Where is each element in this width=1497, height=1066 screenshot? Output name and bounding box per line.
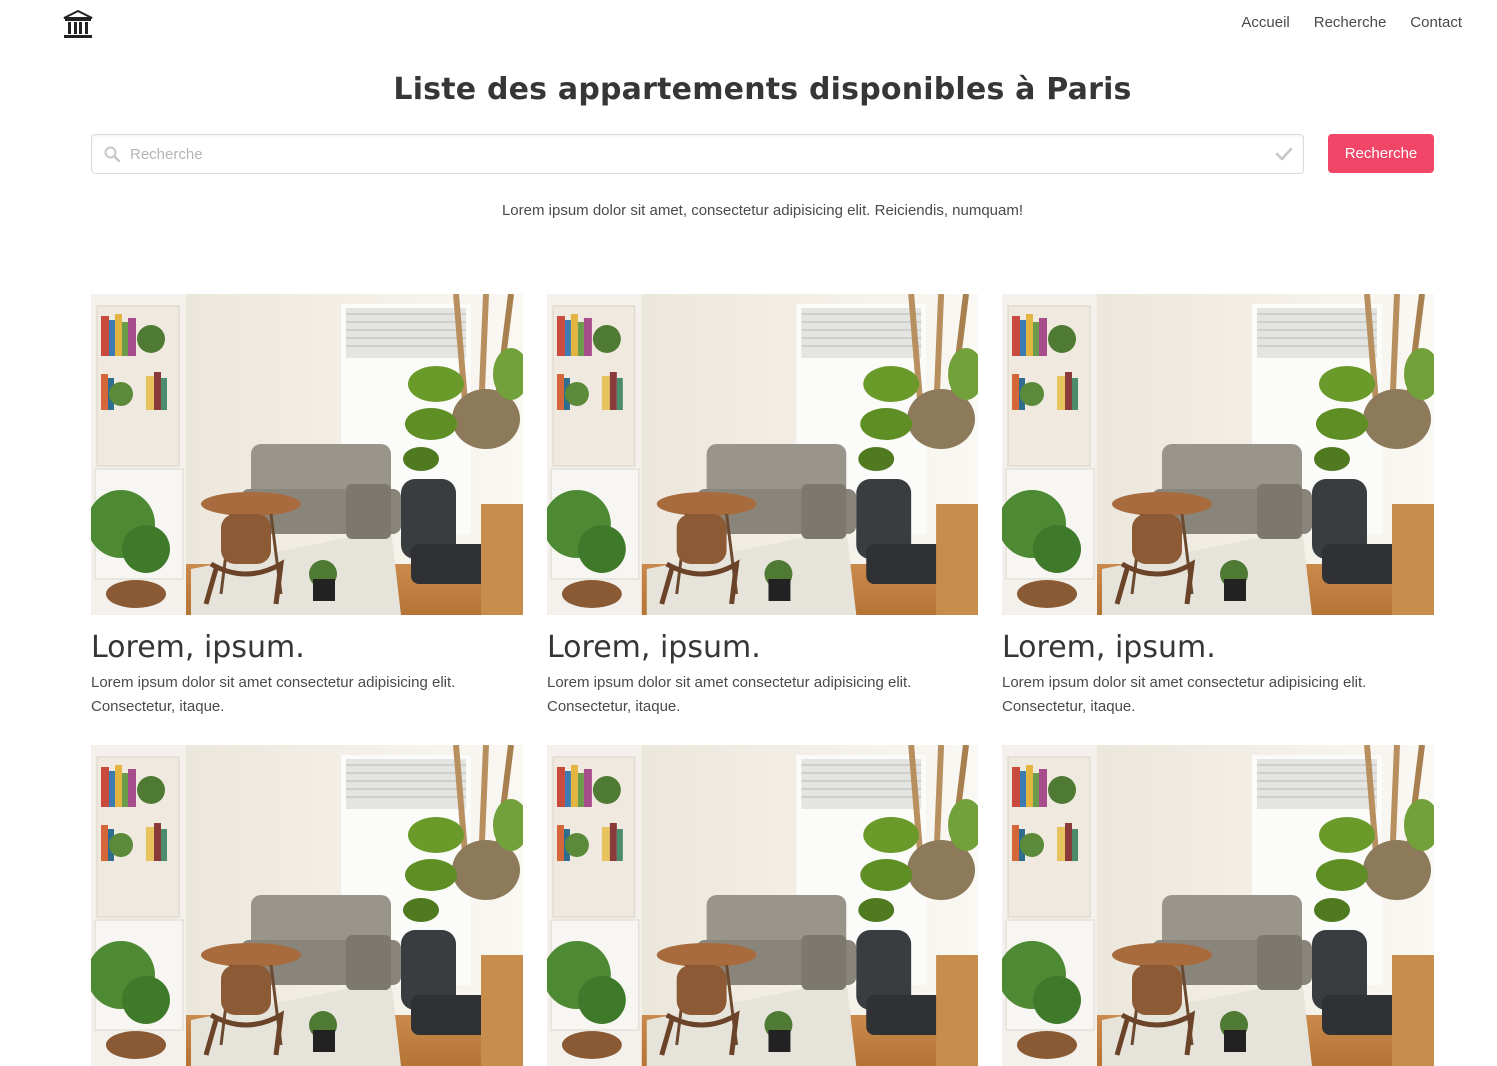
navbar: Accueil Recherche Contact bbox=[0, 0, 1497, 52]
listing-image[interactable] bbox=[1002, 294, 1434, 615]
search-input[interactable] bbox=[130, 135, 1260, 173]
listing-description: Lorem ipsum dolor sit amet consectetur a… bbox=[1002, 674, 1367, 715]
listing-card[interactable] bbox=[91, 745, 523, 1066]
listing-description: Lorem ipsum dolor sit amet consectetur a… bbox=[91, 674, 456, 715]
listing-card[interactable] bbox=[547, 745, 978, 1066]
listing-title: Lorem, ipsum. bbox=[547, 630, 761, 665]
listing-image[interactable] bbox=[547, 745, 978, 1066]
listing-description: Lorem ipsum dolor sit amet consectetur a… bbox=[547, 674, 912, 715]
museum-building-icon[interactable] bbox=[62, 9, 94, 40]
nav-link-contact[interactable]: Contact bbox=[1410, 14, 1462, 31]
listing-image[interactable] bbox=[547, 294, 978, 615]
listing-title: Lorem, ipsum. bbox=[91, 630, 305, 665]
intro-text: Lorem ipsum dolor sit amet, consectetur … bbox=[501, 202, 1024, 219]
listing-card[interactable]: Lorem, ipsum. Lorem ipsum dolor sit amet… bbox=[1002, 294, 1434, 719]
search-button[interactable]: Recherche bbox=[1328, 134, 1434, 173]
listing-image[interactable] bbox=[1002, 745, 1434, 1066]
search-field bbox=[91, 134, 1304, 174]
listing-card[interactable]: Lorem, ipsum. Lorem ipsum dolor sit amet… bbox=[547, 294, 978, 719]
listing-image[interactable] bbox=[91, 745, 523, 1066]
listing-card[interactable]: Lorem, ipsum. Lorem ipsum dolor sit amet… bbox=[91, 294, 523, 719]
listing-title: Lorem, ipsum. bbox=[1002, 630, 1216, 665]
listing-card[interactable] bbox=[1002, 745, 1434, 1066]
page-title: Liste des appartements disponibles à Par… bbox=[393, 72, 1132, 107]
search-icon bbox=[104, 146, 121, 163]
listing-image[interactable] bbox=[91, 294, 523, 615]
listings-grid: Lorem, ipsum. Lorem ipsum dolor sit amet… bbox=[91, 294, 1434, 1066]
nav-links: Accueil Recherche Contact bbox=[1241, 14, 1462, 31]
check-icon bbox=[1275, 146, 1293, 162]
nav-link-accueil[interactable]: Accueil bbox=[1241, 14, 1289, 31]
nav-link-recherche[interactable]: Recherche bbox=[1314, 14, 1387, 31]
